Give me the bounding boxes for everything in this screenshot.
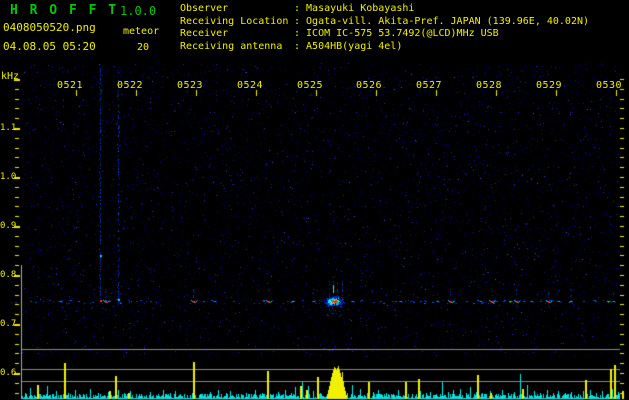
time-label: 0529 <box>536 80 563 91</box>
spectrogram-canvas <box>0 0 629 400</box>
output-filename: 0408050520.png <box>3 21 96 34</box>
freq-label: 0.6 <box>0 368 17 378</box>
time-label: 0530 <box>596 80 623 91</box>
info-label: Receiver <box>180 28 229 39</box>
info-row: Receiving antenna : A504HB(yagi 4el) <box>180 41 589 54</box>
time-label: 0526 <box>356 80 383 91</box>
freq-label: 1.1 <box>0 123 17 133</box>
time-label: 0528 <box>476 80 503 91</box>
freq-unit-label: kHz <box>1 71 20 82</box>
time-label: 0521 <box>57 80 84 91</box>
app-version: 1.0.0 <box>120 4 157 18</box>
info-value: : Masayuki Kobayashi <box>294 3 415 14</box>
info-value: : Ogata-vill. Akita-Pref. JAPAN (139.96E… <box>294 15 590 27</box>
info-row: Observer : Masayuki Kobayashi <box>180 3 589 16</box>
info-label: Receiving antenna <box>180 40 283 52</box>
hrofft-window: H R O F F T 1.0.0 0408050520.png meteor … <box>0 0 629 400</box>
info-value: : A504HB(yagi 4el) <box>294 40 403 52</box>
app-title: H R O F F T <box>10 3 119 18</box>
info-row: Receiving Location : Ogata-vill. Akita-Pr… <box>180 16 589 29</box>
freq-label: 0.8 <box>0 270 17 280</box>
info-label: Receiving Location <box>180 15 289 27</box>
time-label: 0523 <box>177 80 204 91</box>
freq-label: 0.9 <box>0 221 17 231</box>
info-row: Receiver : ICOM IC-575 53.7492(@LCD)MHz U… <box>180 28 589 41</box>
info-value: : ICOM IC-575 53.7492(@LCD)MHz USB <box>294 28 499 39</box>
time-label: 0525 <box>297 80 324 91</box>
observation-datetime: 04.08.05 05:20 <box>3 40 96 53</box>
freq-label: 1.0 <box>0 172 17 182</box>
time-label: 0524 <box>237 80 264 91</box>
time-label: 0522 <box>117 80 144 91</box>
info-label: Observer <box>180 3 229 14</box>
mode-label: meteor <box>123 26 160 37</box>
time-label: 0527 <box>416 80 443 91</box>
freq-label: 0.7 <box>0 319 17 329</box>
station-info: Observer : Masayuki Kobayashi Receiving Lo… <box>180 3 589 53</box>
meteor-count: 20 <box>137 42 150 53</box>
